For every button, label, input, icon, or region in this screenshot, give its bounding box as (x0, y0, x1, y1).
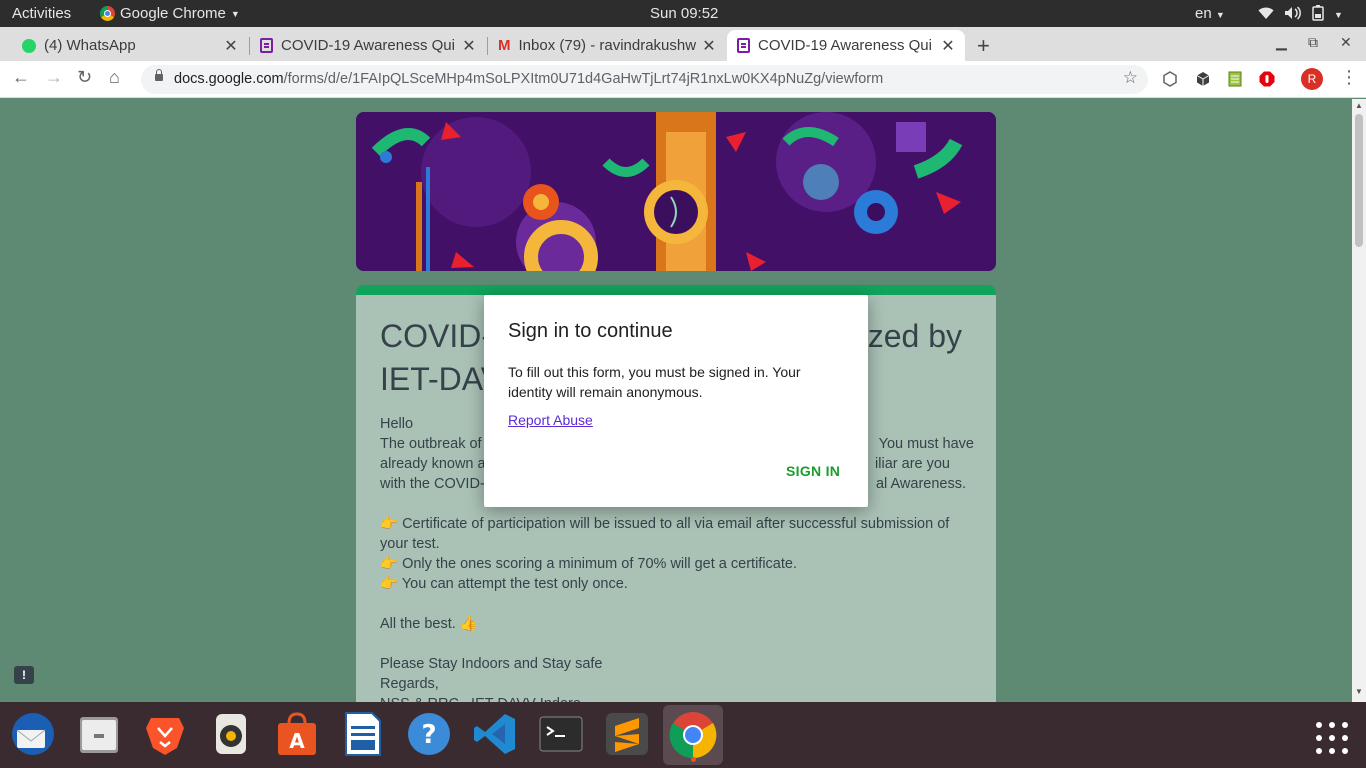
files-icon[interactable] (75, 710, 123, 758)
libreoffice-writer-icon[interactable] (339, 710, 387, 758)
chevron-down-icon: ▼ (1215, 10, 1225, 20)
running-indicator (691, 757, 696, 762)
tab-strip: (4) WhatsApp ✕ COVID-19 Awareness Qui ✕ … (0, 27, 1366, 61)
desc-line3-left: with the COVID-1 (380, 476, 493, 492)
scrollbar-thumb[interactable] (1355, 114, 1363, 247)
sign-in-button[interactable]: SIGN IN (786, 463, 840, 479)
app-menu-label: Google Chrome (120, 5, 226, 22)
tab-title: Inbox (79) - ravindrakushw (518, 37, 697, 54)
tab-covid-quiz-1[interactable]: COVID-19 Awareness Qui ✕ (250, 30, 486, 61)
rhythmbox-icon[interactable] (207, 710, 255, 758)
activities-button[interactable]: Activities (12, 5, 71, 22)
tab-title: COVID-19 Awareness Qui (281, 37, 455, 54)
system-tray[interactable]: ▼ (1258, 5, 1343, 25)
extension-cube-icon[interactable] (1162, 71, 1178, 87)
svg-text:?: ? (421, 720, 436, 750)
banner-illustration (356, 112, 996, 271)
forward-arrow-icon[interactable]: → (45, 67, 63, 88)
report-abuse-link[interactable]: Report Abuse (508, 412, 593, 428)
sign-in-dialog: Sign in to continue To fill out this for… (484, 295, 868, 507)
terminal-icon[interactable] (537, 710, 585, 758)
tab-covid-quiz-active[interactable]: COVID-19 Awareness Qui ✕ (727, 30, 965, 61)
bookmark-star-icon[interactable]: ☆ (1123, 68, 1138, 88)
help-icon[interactable]: ? (405, 710, 453, 758)
chevron-down-icon: ▼ (230, 8, 240, 19)
desc-bullet-minimum: 👉 Only the ones scoring a minimum of 70%… (380, 556, 797, 572)
profile-avatar[interactable]: R (1301, 68, 1323, 90)
close-icon[interactable]: ✕ (941, 36, 955, 56)
tab-gmail-inbox[interactable]: M Inbox (79) - ravindrakushw ✕ (488, 30, 726, 61)
url-path: /forms/d/e/1FAIpQLSceMHp4mSoLPXItm0U71d4… (283, 71, 884, 87)
desc-org: NSS & RRC, IET DAVV Indore (380, 694, 980, 702)
wifi-icon (1258, 6, 1274, 24)
desc-stay-safe: Please Stay Indoors and Stay safe (380, 656, 603, 672)
tab-title: (4) WhatsApp (44, 37, 136, 54)
home-icon[interactable]: ⌂ (109, 67, 120, 88)
url-host: docs.google.com (174, 71, 284, 87)
vscode-icon[interactable] (471, 710, 519, 758)
language-label: en (1195, 5, 1212, 22)
new-tab-button[interactable]: + (977, 33, 990, 59)
gmail-icon: M (498, 37, 511, 54)
software-center-icon[interactable]: A (273, 710, 321, 758)
desc-line2-right: iliar are you (875, 456, 950, 472)
thunderbird-icon[interactable] (9, 710, 57, 758)
form-header-banner (356, 112, 996, 271)
minimize-icon[interactable]: ▁ (1276, 34, 1287, 51)
close-icon[interactable]: ✕ (702, 36, 716, 56)
sublime-text-icon[interactable] (603, 710, 651, 758)
reload-icon[interactable]: ↻ (77, 67, 92, 88)
scroll-down-arrow-icon[interactable]: ▼ (1355, 687, 1363, 696)
url-text[interactable]: docs.google.com/forms/d/e/1FAIpQLSceMHp4… (174, 71, 883, 87)
window-close-icon[interactable]: ✕ (1340, 34, 1352, 51)
browser-toolbar: ← → ↻ ⌂ docs.google.com/forms/d/e/1FAIpQ… (0, 61, 1366, 98)
chevron-down-icon: ▼ (1334, 10, 1343, 20)
page-scrollbar[interactable]: ▲ ▼ (1352, 99, 1366, 702)
feedback-icon[interactable]: ! (14, 666, 34, 684)
input-language[interactable]: en ▼ (1195, 5, 1225, 22)
address-bar[interactable]: docs.google.com/forms/d/e/1FAIpQLSceMHp4… (141, 65, 1148, 94)
forms-icon (737, 38, 750, 53)
brave-browser-icon[interactable] (141, 710, 189, 758)
dock: A ? (0, 702, 1366, 768)
dialog-message: To fill out this form, you must be signe… (508, 364, 801, 400)
app-menu[interactable]: Google Chrome ▼ (100, 5, 240, 22)
show-applications-icon[interactable] (1316, 722, 1348, 754)
close-icon[interactable]: ✕ (462, 36, 476, 56)
dialog-title: Sign in to continue (508, 320, 673, 342)
chrome-menu-icon[interactable]: ⋮ (1340, 67, 1358, 88)
volume-icon (1284, 6, 1302, 24)
extension-sheet-icon[interactable] (1227, 71, 1243, 87)
close-icon[interactable]: ✕ (224, 36, 238, 56)
desc-line1-left: The outbreak of (380, 436, 482, 452)
clock[interactable]: Sun 09:52 (650, 5, 718, 22)
desc-line1-right: You must have (878, 436, 974, 452)
gnome-top-bar: Activities Google Chrome ▼ Sun 09:52 en … (0, 0, 1366, 27)
desc-bullet-certificate: 👉 Certificate of participation will be i… (380, 516, 954, 552)
whatsapp-icon (22, 38, 36, 53)
desc-all-the-best: All the best. 👍 (380, 616, 478, 632)
restore-icon[interactable]: ⧉ (1308, 34, 1318, 51)
scroll-up-arrow-icon[interactable]: ▲ (1355, 101, 1363, 110)
svg-text:A: A (289, 729, 305, 753)
form-title-right: zed by (867, 318, 962, 354)
battery-icon (1312, 5, 1324, 25)
desc-line3-right: al Awareness. (875, 476, 966, 492)
extension-adblock-icon[interactable] (1259, 71, 1275, 87)
tab-title: COVID-19 Awareness Qui (758, 37, 932, 54)
lock-icon[interactable] (155, 69, 163, 81)
desc-regards: Regards, (380, 676, 439, 692)
extension-box-icon[interactable] (1195, 71, 1211, 87)
chrome-dock-icon[interactable] (663, 705, 723, 765)
chrome-small-icon (100, 6, 115, 21)
forms-icon (260, 38, 273, 53)
tab-whatsapp[interactable]: (4) WhatsApp ✕ (12, 30, 248, 61)
back-arrow-icon[interactable]: ← (12, 67, 30, 88)
form-title-left: COVID- (380, 318, 492, 354)
desc-bullet-once: 👉 You can attempt the test only once. (380, 576, 628, 592)
desc-line2-left: already known a (380, 456, 486, 472)
